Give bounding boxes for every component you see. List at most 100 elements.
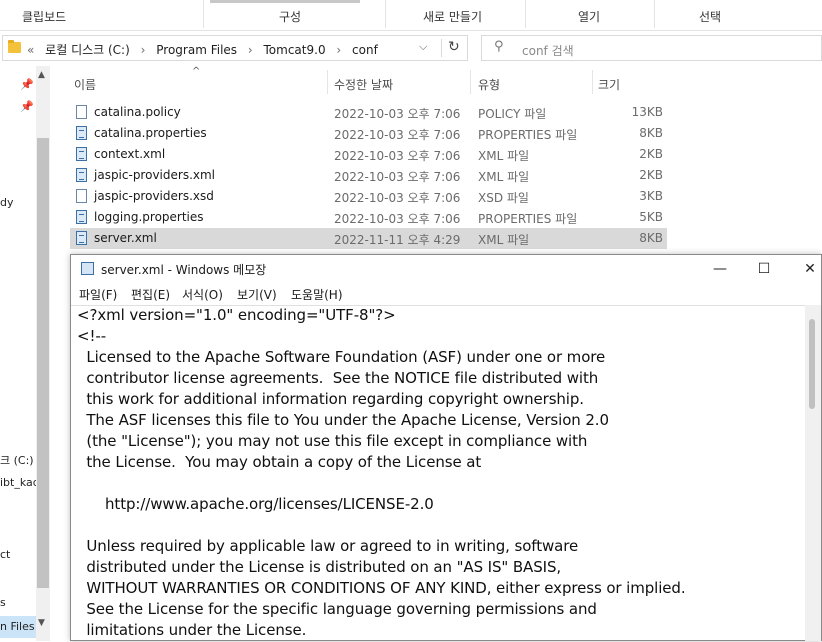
- xml-file-icon: [76, 168, 87, 182]
- file-row[interactable]: logging.properties 2022-10-03 오후 7:06 PR…: [70, 207, 667, 228]
- menu-file[interactable]: 파일(F): [79, 286, 117, 303]
- xml-file-icon: [76, 126, 87, 140]
- nav-item[interactable]: ct: [0, 548, 10, 561]
- file-row[interactable]: catalina.policy 2022-10-03 오후 7:06 POLIC…: [70, 102, 667, 123]
- scroll-down-icon[interactable]: ▼: [38, 618, 45, 628]
- search-box[interactable]: ⚲ conf 검색: [481, 35, 822, 61]
- notepad-icon: [81, 262, 94, 275]
- text-line: Licensed to the Apache Software Foundati…: [77, 348, 606, 366]
- file-name: logging.properties: [94, 210, 204, 224]
- file-modified: 2022-10-03 오후 7:06: [334, 107, 461, 121]
- refresh-icon[interactable]: ↻: [448, 39, 460, 55]
- menu-format[interactable]: 서식(O): [182, 286, 223, 303]
- file-type: PROPERTIES 파일: [478, 128, 578, 142]
- breadcrumb-separator-icon[interactable]: ›: [141, 43, 146, 57]
- close-button[interactable]: ✕: [787, 255, 822, 283]
- column-header-name[interactable]: 이름: [74, 76, 96, 93]
- file-type: POLICY 파일: [478, 107, 547, 121]
- text-line: WITHOUT WARRANTIES OR CONDITIONS OF ANY …: [77, 579, 686, 597]
- search-icon: ⚲: [494, 39, 504, 54]
- xml-file-icon: [76, 231, 87, 245]
- file-modified: 2022-10-03 오후 7:06: [334, 128, 461, 142]
- notepad-title-bar[interactable]: server.xml - Windows 메모장 — ☐ ✕: [71, 255, 821, 283]
- search-input[interactable]: conf 검색: [522, 42, 574, 59]
- address-bar[interactable]: « 로컬 디스크 (C:) › Program Files › Tomcat9.…: [2, 35, 468, 61]
- nav-item[interactable]: s: [0, 596, 6, 609]
- breadcrumb-program-files[interactable]: Program Files: [156, 43, 237, 57]
- text-line: limitations under the License.: [77, 621, 307, 639]
- nav-item[interactable]: ibt_kad: [0, 476, 40, 489]
- chevron-down-icon[interactable]: ⌵: [419, 40, 427, 54]
- file-size: 13KB: [631, 105, 663, 119]
- text-line: this work for additional information reg…: [77, 390, 584, 408]
- file-row-selected[interactable]: server.xml 2022-11-11 오후 4:29 XML 파일 8KB: [70, 228, 667, 249]
- file-modified: 2022-10-03 오후 7:06: [334, 170, 461, 184]
- breadcrumb-local-disk[interactable]: 로컬 디스크 (C:): [45, 43, 130, 57]
- column-headers: ^ 이름 수정한 날짜 유형 크기: [64, 66, 822, 96]
- file-modified: 2022-10-03 오후 7:06: [334, 191, 461, 205]
- breadcrumb-separator-icon[interactable]: ›: [336, 43, 341, 57]
- nav-item-local-disk[interactable]: 크 (C:): [0, 452, 34, 468]
- ribbon: 클립보드 구성 새로 만들기 열기 선택: [0, 0, 822, 31]
- file-icon: [76, 105, 87, 119]
- nav-item[interactable]: dy: [0, 196, 14, 209]
- file-size: 8KB: [639, 231, 663, 245]
- file-type: XSD 파일: [478, 191, 529, 205]
- file-size: 2KB: [639, 147, 663, 161]
- text-line: <!--: [77, 327, 107, 345]
- file-row[interactable]: jaspic-providers.xsd 2022-10-03 오후 7:06 …: [70, 186, 667, 207]
- column-header-type[interactable]: 유형: [478, 76, 500, 93]
- nav-scrollbar[interactable]: ▲ ▼: [36, 66, 50, 641]
- menu-help[interactable]: 도움말(H): [291, 286, 343, 303]
- text-line: The ASF licenses this file to You under …: [77, 411, 609, 429]
- ribbon-group-select: 선택: [699, 10, 722, 24]
- sort-ascending-icon: ^: [192, 66, 201, 77]
- ribbon-divider: [203, 0, 204, 28]
- ribbon-tools-fragment: [210, 0, 360, 3]
- notepad-scrollbar[interactable]: [805, 305, 821, 641]
- scrollbar-thumb[interactable]: [809, 319, 815, 409]
- text-editor[interactable]: <?xml version="1.0" encoding="UTF-8"?> <…: [71, 305, 805, 642]
- file-row[interactable]: context.xml 2022-10-03 오후 7:06 XML 파일 2K…: [70, 144, 667, 165]
- menu-edit[interactable]: 편집(E): [131, 286, 170, 303]
- divider: [441, 39, 442, 57]
- column-divider[interactable]: [327, 70, 328, 94]
- column-header-modified[interactable]: 수정한 날짜: [334, 76, 393, 93]
- file-row[interactable]: catalina.properties 2022-10-03 오후 7:06 P…: [70, 123, 667, 144]
- breadcrumb-conf[interactable]: conf: [352, 43, 378, 57]
- xml-file-icon: [76, 147, 87, 161]
- ribbon-divider: [385, 0, 386, 28]
- file-name: jaspic-providers.xsd: [94, 189, 214, 203]
- column-divider[interactable]: [592, 70, 593, 94]
- breadcrumb: « 로컬 디스크 (C:) › Program Files › Tomcat9.…: [27, 41, 385, 58]
- ribbon-group-new: 새로 만들기: [423, 10, 483, 24]
- menu-view[interactable]: 보기(V): [237, 286, 277, 303]
- nav-item-program-files[interactable]: n Files: [0, 620, 35, 633]
- file-size: 8KB: [639, 126, 663, 140]
- file-name: server.xml: [94, 231, 157, 245]
- file-modified: 2022-10-03 오후 7:06: [334, 149, 461, 163]
- file-modified: 2022-10-03 오후 7:06: [334, 212, 461, 226]
- scrollbar-thumb[interactable]: [37, 138, 49, 588]
- pin-icon[interactable]: 📌: [20, 78, 34, 91]
- file-row[interactable]: jaspic-providers.xml 2022-10-03 오후 7:06 …: [70, 165, 667, 186]
- file-type: PROPERTIES 파일: [478, 212, 578, 226]
- scroll-up-icon[interactable]: ▲: [38, 70, 45, 80]
- file-size: 3KB: [639, 189, 663, 203]
- file-size: 2KB: [639, 168, 663, 182]
- text-line: (the "License"); you may not use this fi…: [77, 432, 588, 450]
- overflow-chevron-icon[interactable]: «: [27, 43, 34, 57]
- file-type: XML 파일: [478, 233, 530, 247]
- column-header-size[interactable]: 크기: [598, 76, 620, 93]
- folder-icon: [8, 40, 21, 53]
- column-divider[interactable]: [470, 70, 471, 94]
- minimize-button[interactable]: —: [697, 255, 743, 283]
- text-line: <?xml version="1.0" encoding="UTF-8"?>: [77, 306, 396, 324]
- breadcrumb-separator-icon[interactable]: ›: [248, 43, 253, 57]
- text-line: contributor license agreements. See the …: [77, 369, 599, 387]
- pin-icon[interactable]: 📌: [20, 100, 34, 113]
- maximize-button[interactable]: ☐: [741, 255, 787, 283]
- file-name: catalina.policy: [94, 105, 181, 119]
- breadcrumb-tomcat[interactable]: Tomcat9.0: [264, 43, 326, 57]
- file-type: XML 파일: [478, 149, 530, 163]
